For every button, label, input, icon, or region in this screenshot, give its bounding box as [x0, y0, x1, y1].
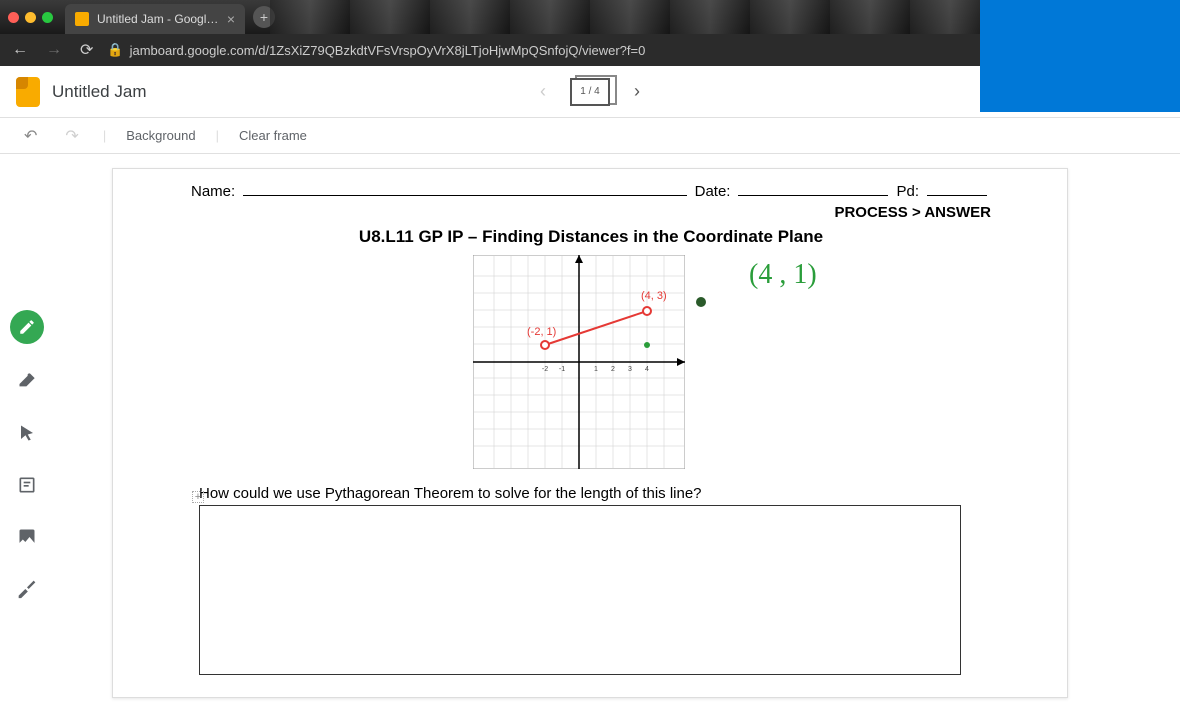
next-frame-button[interactable]: ›	[630, 77, 644, 106]
pd-label: Pd:	[896, 183, 919, 200]
jamboard-favicon	[75, 12, 89, 26]
undo-button[interactable]: ↶	[20, 126, 41, 146]
expand-handle-icon[interactable]: +	[192, 491, 204, 503]
svg-text:-2: -2	[542, 366, 548, 373]
svg-text:1: 1	[594, 366, 598, 373]
browser-tab[interactable]: Untitled Jam - Google Jamboa ×	[65, 4, 245, 34]
worksheet-content: Name: Date: Pd: PROCESS > ANSWER U8.L11 …	[191, 183, 991, 247]
select-tool[interactable]	[12, 418, 42, 448]
svg-text:4: 4	[645, 366, 649, 373]
close-tab-icon[interactable]: ×	[227, 11, 235, 27]
sticky-note-tool[interactable]	[12, 470, 42, 500]
decorative-bg	[270, 0, 980, 34]
date-label: Date:	[695, 183, 731, 200]
pen-tool[interactable]	[10, 310, 44, 344]
frame-count: 1 / 4	[580, 86, 599, 97]
eraser-tool[interactable]	[12, 366, 42, 396]
tab-title: Untitled Jam - Google Jamboa	[97, 12, 219, 26]
close-window[interactable]	[8, 12, 19, 23]
reload-button[interactable]: ⟳	[76, 38, 97, 62]
back-button[interactable]: ←	[8, 39, 32, 61]
prev-frame-button[interactable]: ‹	[536, 77, 550, 106]
document-title[interactable]: Untitled Jam	[52, 82, 146, 102]
pd-blank	[927, 195, 987, 196]
minimize-window[interactable]	[25, 12, 36, 23]
svg-text:-1: -1	[559, 366, 565, 373]
name-blank	[243, 195, 686, 196]
point-b-label: (4, 3)	[641, 290, 667, 302]
background-button[interactable]: Background	[126, 128, 195, 143]
svg-text:2: 2	[611, 366, 615, 373]
coordinate-plane: -2 -1 1 2 3 4 (-2, 1) (4, 3)	[473, 255, 685, 469]
jamboard-logo-icon[interactable]	[16, 77, 40, 107]
jam-canvas[interactable]: Name: Date: Pd: PROCESS > ANSWER U8.L11 …	[112, 168, 1068, 698]
pen-cursor-icon	[696, 297, 706, 307]
process-header: PROCESS > ANSWER	[191, 204, 991, 221]
handwritten-coord: (4 , 1)	[749, 259, 817, 291]
url-text: jamboard.google.com/d/1ZsXiZ79QBzkdtVFsV…	[130, 43, 646, 58]
url-field[interactable]: 🔒 jamboard.google.com/d/1ZsXiZ79QBzkdtVF…	[107, 42, 645, 58]
frame-pager: ‹ 1 / 4 ›	[536, 77, 644, 106]
blue-overlay	[980, 0, 1180, 112]
maximize-window[interactable]	[42, 12, 53, 23]
lock-icon: 🔒	[107, 42, 123, 58]
worksheet-title: U8.L11 GP IP – Finding Distances in the …	[191, 227, 991, 247]
laser-tool[interactable]	[12, 574, 42, 604]
new-tab-button[interactable]: +	[253, 6, 275, 28]
clear-frame-button[interactable]: Clear frame	[239, 128, 307, 143]
image-tool[interactable]	[12, 522, 42, 552]
point-a-label: (-2, 1)	[527, 326, 556, 338]
forward-button[interactable]: →	[42, 39, 66, 61]
name-label: Name:	[191, 183, 235, 200]
svg-text:3: 3	[628, 366, 632, 373]
window-controls	[8, 12, 53, 23]
date-blank	[738, 195, 888, 196]
edit-toolbar: ↶ ↷ | Background | Clear frame	[0, 118, 1180, 154]
redo-button[interactable]: ↷	[61, 126, 82, 146]
frame-indicator[interactable]: 1 / 4	[570, 78, 610, 106]
question-text: How could we use Pythagorean Theorem to …	[199, 485, 702, 502]
answer-box	[199, 505, 961, 675]
drawing-tools	[10, 310, 44, 604]
